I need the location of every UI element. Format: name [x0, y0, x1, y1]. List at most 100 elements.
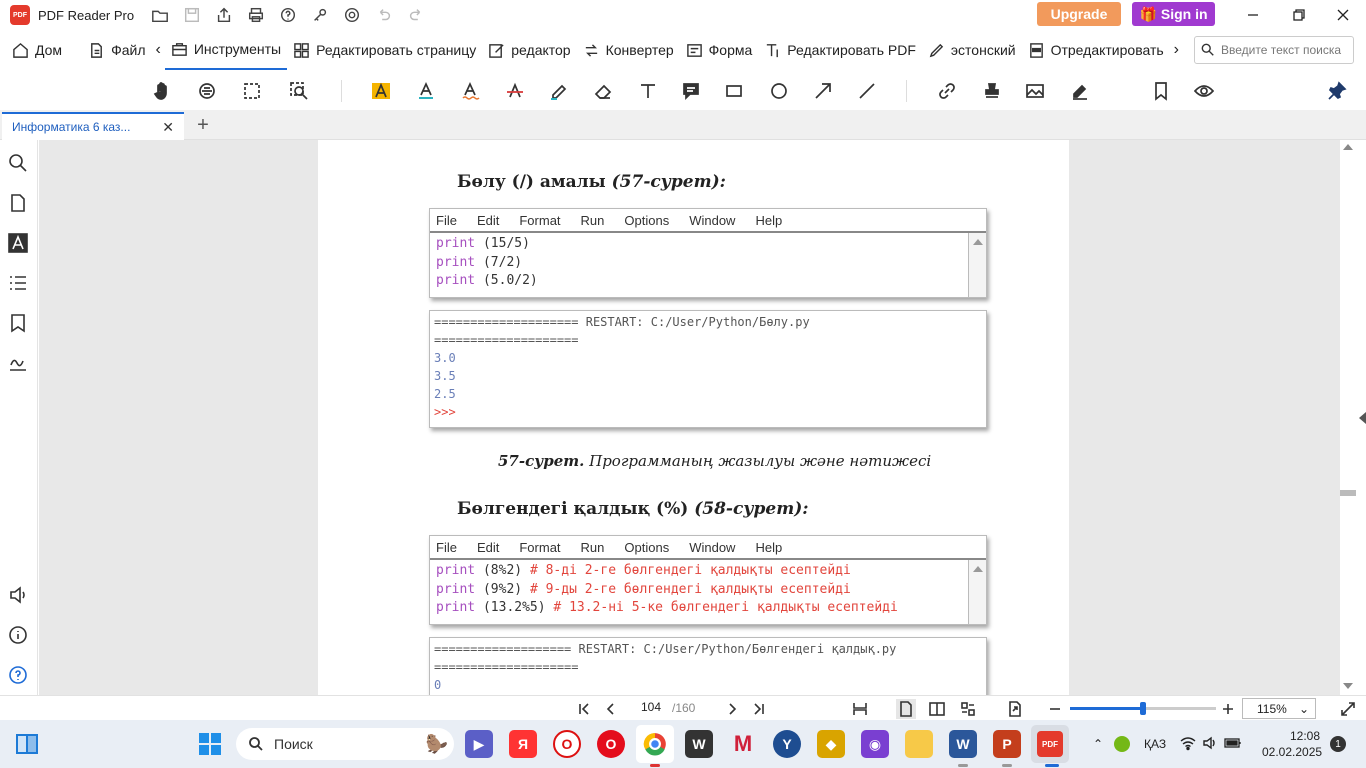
- zoom-slider-handle[interactable]: [1140, 702, 1146, 715]
- game-controller-icon[interactable]: ◉: [861, 730, 889, 758]
- close-tab-icon[interactable]: ✕: [162, 119, 174, 136]
- scroll-thumb[interactable]: [1340, 490, 1356, 496]
- last-page-icon[interactable]: [749, 699, 769, 719]
- pen-draw-icon[interactable]: [546, 78, 572, 104]
- scroll-down-icon[interactable]: [1343, 683, 1353, 689]
- document-tab[interactable]: Информатика 6 каз... ✕: [2, 112, 184, 140]
- settings-icon[interactable]: [336, 0, 368, 30]
- rotate-page-icon[interactable]: [1005, 699, 1025, 719]
- first-page-icon[interactable]: [574, 699, 594, 719]
- menu-scroll-right[interactable]: ›: [1170, 30, 1183, 70]
- single-page-view-icon[interactable]: [896, 699, 916, 719]
- share-icon[interactable]: [208, 0, 240, 30]
- eye-view-icon[interactable]: [1191, 78, 1217, 104]
- zoom-area-icon[interactable]: [286, 78, 312, 104]
- chrome-app-icon[interactable]: [636, 725, 674, 763]
- bookmarks-icon[interactable]: [7, 312, 29, 334]
- strategy-game-icon[interactable]: ◆: [817, 730, 845, 758]
- open-folder-icon[interactable]: [144, 0, 176, 30]
- windows-start-icon[interactable]: [198, 732, 222, 756]
- rectangle-icon[interactable]: [721, 78, 747, 104]
- sign-in-button[interactable]: 🎁 Sign in: [1132, 2, 1215, 26]
- menu-form[interactable]: Форма: [680, 30, 759, 70]
- print-icon[interactable]: [240, 0, 272, 30]
- text-box-icon[interactable]: [635, 78, 661, 104]
- key-icon[interactable]: [304, 0, 336, 30]
- arrow-icon[interactable]: [810, 78, 836, 104]
- yandex-app-icon[interactable]: Я: [509, 730, 537, 758]
- thumbnails-icon[interactable]: [7, 192, 29, 214]
- chevron-up-icon[interactable]: ⌃: [1090, 737, 1106, 751]
- taskbar-search[interactable]: Поиск 🦫: [236, 728, 454, 760]
- eraser-icon[interactable]: [590, 78, 616, 104]
- read-aloud-icon[interactable]: [7, 584, 29, 606]
- powerpoint-app-icon[interactable]: P: [993, 730, 1021, 758]
- battery-icon[interactable]: [1224, 737, 1242, 752]
- world-of-tanks-icon[interactable]: W: [685, 730, 713, 758]
- volume-icon[interactable]: [1202, 735, 1218, 754]
- upgrade-button[interactable]: Upgrade: [1037, 2, 1121, 26]
- wifi-icon[interactable]: [1180, 735, 1196, 754]
- maximize-button[interactable]: [1276, 0, 1322, 30]
- circle-icon[interactable]: [766, 78, 792, 104]
- minimize-button[interactable]: [1230, 0, 1276, 30]
- search-box[interactable]: [1194, 36, 1354, 64]
- hand-tool-icon[interactable]: [149, 78, 175, 104]
- menu-converter[interactable]: Конвертер: [577, 30, 680, 70]
- select-text-icon[interactable]: [194, 78, 220, 104]
- language-indicator[interactable]: ҚАЗ: [1144, 737, 1166, 751]
- save-icon[interactable]: [176, 0, 208, 30]
- menu-edit-pdf[interactable]: Редактировать PDF: [758, 30, 922, 70]
- squiggly-text-icon[interactable]: [457, 78, 483, 104]
- mir-app-icon[interactable]: M: [729, 730, 757, 758]
- close-window-button[interactable]: [1320, 0, 1366, 30]
- search-input[interactable]: [1221, 43, 1351, 57]
- outline-list-icon[interactable]: [7, 272, 29, 294]
- fit-page-icon[interactable]: [850, 699, 870, 719]
- area-select-icon[interactable]: [239, 78, 265, 104]
- file-explorer-icon[interactable]: [905, 730, 933, 758]
- help-circle-icon[interactable]: [7, 664, 29, 686]
- notification-badge[interactable]: 1: [1330, 736, 1346, 752]
- image-icon[interactable]: [1022, 78, 1048, 104]
- taskbar-clock[interactable]: 12:08 02.02.2025: [1262, 728, 1322, 760]
- fullscreen-icon[interactable]: [1338, 699, 1358, 719]
- redo-icon[interactable]: [400, 0, 432, 30]
- pin-icon[interactable]: [1324, 78, 1350, 104]
- prev-page-icon[interactable]: [601, 699, 621, 719]
- two-page-view-icon[interactable]: [927, 699, 947, 719]
- opera-app-icon[interactable]: O: [597, 730, 625, 758]
- new-tab-button[interactable]: +: [192, 114, 214, 136]
- bookmark-icon[interactable]: [1148, 78, 1174, 104]
- stamp-icon[interactable]: [979, 78, 1005, 104]
- page-layout-icon[interactable]: [958, 699, 978, 719]
- widgets-icon[interactable]: [14, 732, 40, 756]
- menu-file[interactable]: Файл: [82, 30, 151, 70]
- zoom-out-icon[interactable]: [1045, 699, 1065, 719]
- scroll-up-icon[interactable]: [1343, 144, 1353, 150]
- undo-icon[interactable]: [368, 0, 400, 30]
- menu-tools[interactable]: Инструменты: [164, 30, 288, 70]
- opera-gx-app-icon[interactable]: O: [553, 730, 581, 758]
- menu-scroll-left[interactable]: ‹: [151, 30, 164, 70]
- signature-icon[interactable]: [1067, 78, 1093, 104]
- menu-edit-page[interactable]: Редактировать страницу: [287, 30, 482, 70]
- underline-text-icon[interactable]: [413, 78, 439, 104]
- page-number-input[interactable]: 104: [634, 700, 668, 718]
- pdf-reader-taskbar-icon[interactable]: PDF: [1031, 725, 1069, 763]
- document-viewer[interactable]: Бөлу (/) амалы (57-сурет): File Edit For…: [39, 140, 1340, 695]
- note-comment-icon[interactable]: [678, 78, 704, 104]
- link-icon[interactable]: [934, 78, 960, 104]
- zoom-level-select[interactable]: 115% ⌄: [1242, 698, 1316, 719]
- strikeout-text-icon[interactable]: [502, 78, 528, 104]
- zoom-slider[interactable]: [1070, 702, 1216, 715]
- yandex-browser-icon[interactable]: Y: [773, 730, 801, 758]
- menu-redact[interactable]: Отредактировать: [1022, 30, 1170, 70]
- line-icon[interactable]: [854, 78, 880, 104]
- text-annotations-icon[interactable]: [7, 232, 29, 254]
- info-icon[interactable]: [7, 624, 29, 646]
- meet-app-icon[interactable]: ▶: [465, 730, 493, 758]
- zoom-in-icon[interactable]: [1218, 699, 1238, 719]
- word-app-icon[interactable]: W: [949, 730, 977, 758]
- menu-home[interactable]: Дом: [6, 30, 68, 70]
